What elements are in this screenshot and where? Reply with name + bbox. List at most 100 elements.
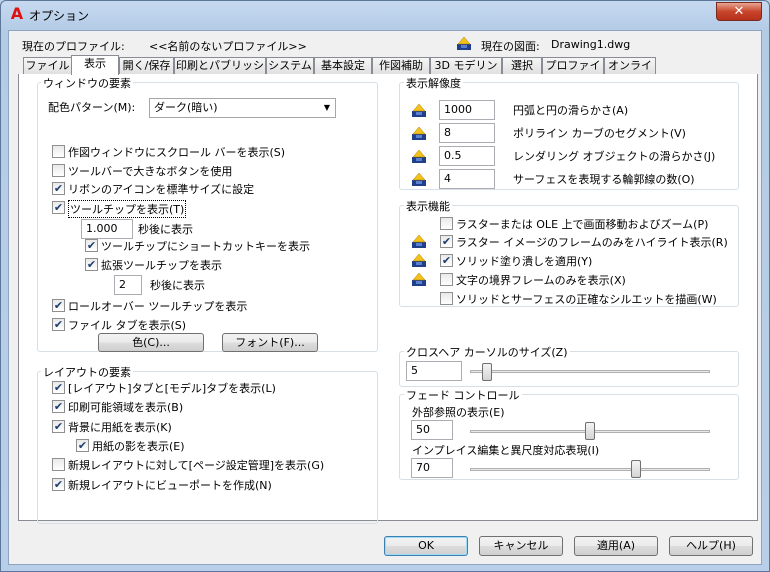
crosshair-slider-track[interactable]: [470, 370, 710, 373]
rollover-tooltips-label: ロールオーバー ツールチップを表示: [68, 300, 248, 313]
tab-open-save[interactable]: 開く/保存: [119, 57, 174, 74]
layout-elements-title: レイアウトの要素: [41, 364, 133, 380]
display-tab-panel: ウィンドウの要素 配色パターン(M): ダーク(暗い) ▼ 作図ウィンドウにスク…: [18, 74, 758, 524]
tab-3d-modeling[interactable]: 3D モデリング: [430, 57, 502, 88]
paper-shadow-checkbox[interactable]: ✔: [76, 439, 89, 452]
current-profile-value: <<名前のないプロファイル>>: [149, 40, 307, 53]
inplace-slider-track[interactable]: [470, 468, 710, 471]
solid-fill-checkbox[interactable]: ✔: [440, 254, 453, 267]
ok-button[interactable]: OK: [384, 536, 468, 556]
extended-tooltip-checkbox[interactable]: ✔: [85, 258, 98, 271]
current-profile-label: 現在のプロファイル:: [22, 40, 125, 53]
layout-model-tabs-label: [レイアウト]タブと[モデル]タブを表示(L): [68, 382, 276, 395]
paper-background-checkbox[interactable]: ✔: [52, 420, 65, 433]
printable-area-label: 印刷可能領域を表示(B): [68, 401, 184, 414]
tab-selection[interactable]: 選択: [502, 57, 542, 74]
solid-fill-label: ソリッド塗り潰しを適用(Y): [456, 255, 593, 268]
shortcut-tooltip-label: ツールチップにショートカットキーを表示: [101, 240, 310, 253]
drawing-file-icon: [412, 149, 426, 163]
drawing-file-icon: [412, 172, 426, 186]
display-resolution-title: 表示解像度: [404, 75, 463, 91]
show-tooltips-checkbox[interactable]: ✔: [52, 201, 65, 214]
text-boundary-checkbox[interactable]: [440, 273, 453, 286]
tab-profiles[interactable]: プロファイル: [542, 57, 604, 88]
large-buttons-checkbox[interactable]: [52, 164, 65, 177]
printable-area-checkbox[interactable]: ✔: [52, 400, 65, 413]
fonts-button[interactable]: フォント(F)...: [222, 333, 318, 352]
file-tabs-label: ファイル タブを表示(S): [68, 319, 187, 332]
scrollbar-label: 作図ウィンドウにスクロール バーを表示(S): [68, 146, 286, 159]
tab-plot-publish[interactable]: 印刷とパブリッシュ: [174, 57, 266, 88]
paper-shadow-label: 用紙の影を表示(E): [92, 440, 185, 453]
create-viewport-label: 新規レイアウトにビューポートを作成(N): [68, 479, 272, 492]
tab-online[interactable]: オンライン: [604, 57, 656, 88]
display-performance-title: 表示機能: [404, 198, 452, 214]
scrollbar-checkbox[interactable]: [52, 145, 65, 158]
current-drawing-value: Drawing1.dwg: [551, 38, 631, 51]
autocad-logo-icon: A: [10, 4, 24, 23]
tooltip-delay-input[interactable]: 1.000: [81, 219, 133, 239]
drawing-file-icon: [412, 103, 426, 117]
ribbon-icon-size-checkbox[interactable]: ✔: [52, 182, 65, 195]
xref-display-label: 外部参照の表示(E): [412, 406, 505, 419]
rendered-smoothness-input[interactable]: 0.5: [439, 146, 495, 166]
crosshair-size-title: クロスヘア カーソルのサイズ(Z): [404, 344, 570, 360]
rollover-tooltips-checkbox[interactable]: ✔: [52, 299, 65, 312]
close-button[interactable]: ✕: [716, 2, 762, 21]
tab-display[interactable]: 表示: [71, 55, 119, 75]
tab-drafting[interactable]: 作図補助: [372, 57, 430, 74]
fade-control-title: フェード コントロール: [404, 387, 522, 403]
tab-files[interactable]: ファイル: [23, 57, 72, 74]
rendered-smoothness-label: レンダリング オブジェクトの滑らかさ(J): [513, 150, 716, 163]
pan-zoom-raster-checkbox[interactable]: [440, 217, 453, 230]
silhouettes-label: ソリッドとサーフェスの正確なシルエットを描画(W): [456, 293, 717, 306]
page-setup-manager-label: 新規レイアウトに対して[ページ設定管理]を表示(G): [68, 459, 325, 472]
colors-button[interactable]: 色(C)...: [98, 333, 204, 352]
color-scheme-value: ダーク(暗い): [154, 101, 218, 114]
crosshair-slider-thumb[interactable]: [481, 363, 492, 381]
cancel-button[interactable]: キャンセル: [479, 536, 563, 556]
extended-tooltip-label: 拡張ツールチップを表示: [101, 259, 222, 272]
window-title: オプション: [29, 9, 90, 23]
extended-delay-label: 秒後に表示: [150, 279, 205, 292]
tab-user-preferences[interactable]: 基本設定: [314, 57, 372, 74]
tooltip-delay-label: 秒後に表示: [138, 223, 193, 236]
crosshair-size-input[interactable]: 5: [406, 361, 462, 381]
help-button[interactable]: ヘルプ(H): [669, 536, 753, 556]
file-tabs-checkbox[interactable]: ✔: [52, 318, 65, 331]
xref-slider-thumb[interactable]: [585, 422, 595, 440]
color-scheme-select[interactable]: ダーク(暗い) ▼: [149, 98, 336, 118]
contour-lines-input[interactable]: 4: [439, 169, 495, 189]
pan-zoom-raster-label: ラスターまたは OLE 上で画面移動およびズーム(P): [456, 218, 709, 231]
drawing-file-icon: [412, 272, 426, 286]
color-scheme-label: 配色パターン(M):: [48, 101, 136, 114]
inplace-edit-input[interactable]: 70: [411, 458, 453, 478]
contour-lines-label: サーフェスを表現する輪郭線の数(O): [513, 173, 695, 186]
drawing-file-icon: [412, 126, 426, 140]
window-elements-title: ウィンドウの要素: [41, 75, 133, 91]
text-boundary-label: 文字の境界フレームのみを表示(X): [456, 274, 626, 287]
highlight-raster-frame-checkbox[interactable]: ✔: [440, 235, 453, 248]
title-bar[interactable]: A オプション ✕: [1, 1, 769, 29]
arc-smoothness-input[interactable]: 1000: [439, 100, 495, 120]
xref-display-input[interactable]: 50: [411, 420, 453, 440]
extended-delay-input[interactable]: 2: [114, 275, 142, 295]
paper-background-label: 背景に用紙を表示(K): [68, 421, 172, 434]
silhouettes-checkbox[interactable]: [440, 292, 453, 305]
drawing-file-icon: [412, 234, 426, 248]
arc-smoothness-label: 円弧と円の滑らかさ(A): [513, 104, 629, 117]
ribbon-icon-size-label: リボンのアイコンを標準サイズに設定: [68, 183, 255, 196]
inplace-slider-thumb[interactable]: [631, 460, 641, 478]
create-viewport-checkbox[interactable]: ✔: [52, 478, 65, 491]
shortcut-tooltip-checkbox[interactable]: ✔: [85, 239, 98, 252]
tab-system[interactable]: システム: [266, 57, 314, 74]
inplace-edit-label: インプレイス編集と異尺度対応表現(I): [412, 444, 600, 457]
page-setup-manager-checkbox[interactable]: [52, 458, 65, 471]
chevron-down-icon: ▼: [323, 103, 330, 112]
polyline-segments-input[interactable]: 8: [439, 123, 495, 143]
show-tooltips-label: ツールチップを表示(T): [68, 200, 187, 218]
apply-button[interactable]: 適用(A): [574, 536, 658, 556]
layout-model-tabs-checkbox[interactable]: ✔: [52, 381, 65, 394]
highlight-raster-frame-label: ラスター イメージのフレームのみをハイライト表示(R): [456, 236, 728, 249]
options-dialog: A オプション ✕ 現在のプロファイル: <<名前のないプロファイル>> 現在の…: [0, 0, 770, 572]
